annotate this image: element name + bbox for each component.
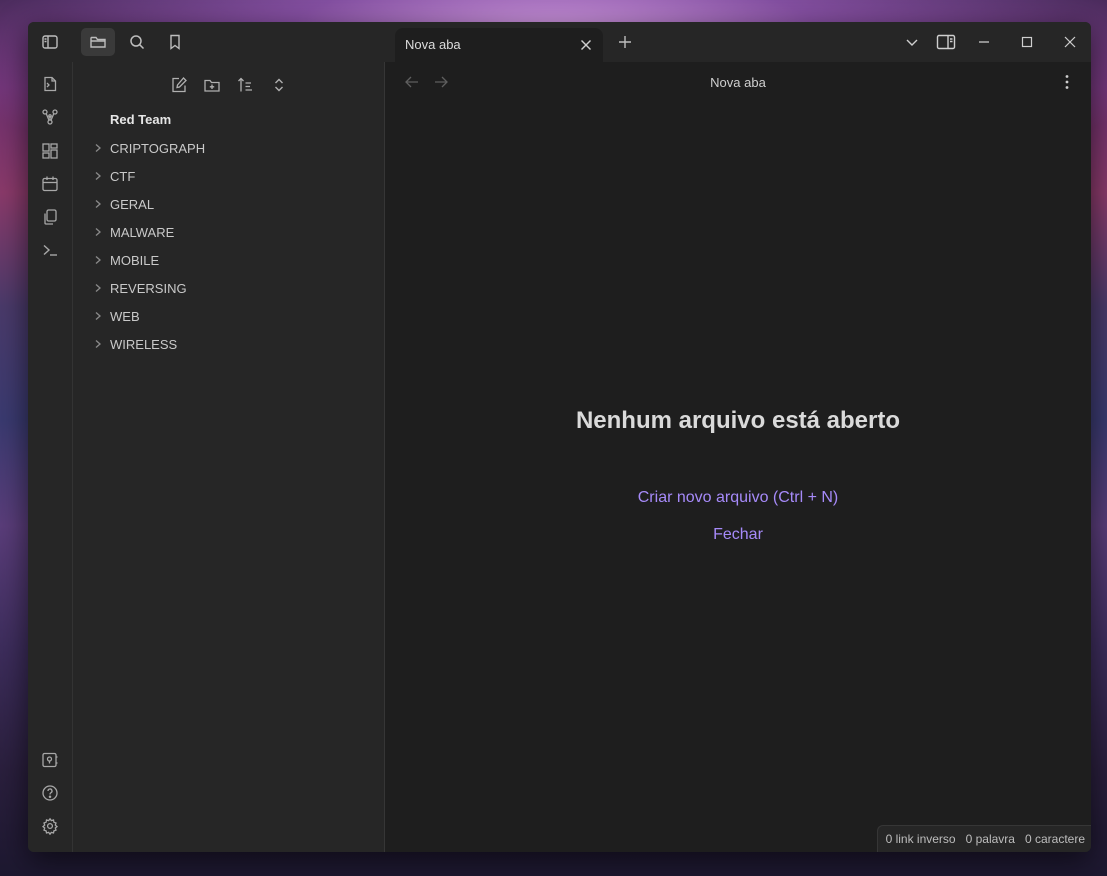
sidebar-toggle-icon[interactable] — [33, 28, 67, 56]
folder-item[interactable]: CRIPTOGRAPH — [87, 136, 377, 160]
folder-item[interactable]: MOBILE — [87, 248, 377, 272]
settings-icon[interactable] — [36, 812, 64, 840]
new-note-icon[interactable] — [165, 72, 193, 98]
chevron-right-icon[interactable] — [87, 304, 109, 328]
folder-item[interactable]: WEB — [87, 304, 377, 328]
chevron-down-icon[interactable] — [895, 28, 929, 56]
split-view-icon[interactable] — [929, 28, 963, 56]
bookmark-icon[interactable] — [158, 28, 192, 56]
view-title: Nova aba — [710, 75, 766, 90]
folder-name: WEB — [110, 308, 140, 324]
folder-item[interactable]: WIRELESS — [87, 332, 377, 356]
templates-icon[interactable] — [36, 203, 64, 231]
folder-name: CRIPTOGRAPH — [110, 140, 206, 156]
canvas-icon[interactable] — [36, 137, 64, 165]
file-explorer: Red Team CRIPTOGRAPH CTF GERAL MALWARE MOBIL… — [73, 62, 385, 852]
chevron-right-icon[interactable] — [87, 276, 109, 300]
backlinks-count[interactable]: 0 link inverso — [886, 832, 956, 846]
chevron-right-icon[interactable] — [87, 192, 109, 216]
help-icon[interactable] — [36, 779, 64, 807]
main-view: Nova aba Nenhum arquivo está aberto Cria… — [385, 62, 1091, 852]
folder-item[interactable]: CTF — [87, 164, 377, 188]
folder-item[interactable]: GERAL — [87, 192, 377, 216]
chevron-right-icon[interactable] — [87, 164, 109, 188]
title-bar: Nova aba — [28, 22, 1091, 62]
chevron-right-icon[interactable] — [87, 136, 109, 160]
folder-item[interactable]: REVERSING — [87, 276, 377, 300]
vault-name[interactable]: Red Team — [110, 112, 171, 127]
tab-close-icon[interactable] — [577, 36, 595, 54]
folder-name: MALWARE — [110, 224, 175, 240]
tab-nova-aba[interactable]: Nova aba — [395, 28, 603, 62]
minimize-icon[interactable] — [967, 28, 1001, 56]
folder-name: CTF — [110, 168, 136, 184]
word-count: 0 palavra — [965, 832, 1015, 846]
open-quick-switcher-icon[interactable] — [36, 70, 64, 98]
collapse-all-icon[interactable] — [265, 72, 293, 98]
daily-notes-icon[interactable] — [36, 170, 64, 198]
status-bar: 0 link inverso 0 palavra 0 caractere — [876, 825, 1091, 852]
search-icon[interactable] — [120, 28, 154, 56]
empty-state-title: Nenhum arquivo está aberto — [575, 407, 901, 434]
chevron-right-icon[interactable] — [87, 332, 109, 356]
sort-icon[interactable] — [231, 72, 259, 98]
app-window: Nova aba Red Team CRIPTOGRAPH CTF GERAL … — [28, 22, 1091, 852]
folder-item[interactable]: MALWARE — [87, 220, 377, 244]
chevron-right-icon[interactable] — [87, 220, 109, 244]
vault-switcher-icon[interactable] — [36, 746, 64, 774]
close-tab-link[interactable]: Fechar — [385, 526, 1091, 544]
folder-icon[interactable] — [81, 28, 115, 56]
folder-name: REVERSING — [110, 280, 187, 296]
chevron-right-icon[interactable] — [87, 248, 109, 272]
folder-name: GERAL — [110, 196, 155, 212]
character-count: 0 caractere — [1024, 832, 1085, 846]
maximize-icon[interactable] — [1010, 28, 1044, 56]
left-ribbon — [28, 62, 73, 852]
new-tab-icon[interactable] — [613, 30, 637, 54]
more-options-icon[interactable] — [1057, 72, 1077, 92]
command-palette-icon[interactable] — [36, 236, 64, 264]
close-icon[interactable] — [1053, 28, 1087, 56]
tab-title: Nova aba — [405, 37, 461, 52]
graph-view-icon[interactable] — [36, 103, 64, 131]
create-new-file-link[interactable]: Criar novo arquivo (Ctrl + N) — [385, 489, 1091, 507]
new-folder-icon[interactable] — [198, 72, 226, 98]
folder-name: WIRELESS — [110, 336, 178, 352]
folder-name: MOBILE — [110, 252, 160, 268]
